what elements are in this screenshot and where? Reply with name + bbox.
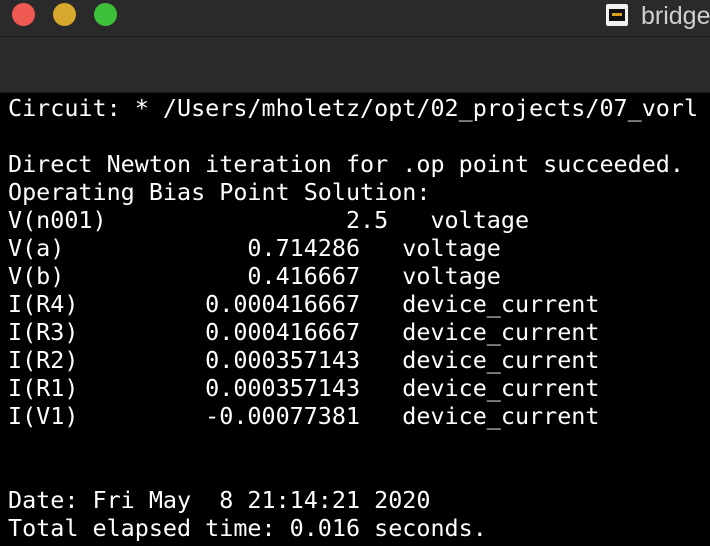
terminal-line: Total elapsed time: 0.016 seconds. (8, 514, 487, 542)
terminal-line: V(b) 0.416667 voltage (8, 262, 501, 290)
terminal-line: I(V1) -0.00077381 device_current (8, 402, 600, 430)
terminal-document-icon-screen (609, 9, 625, 21)
terminal-window: bridge Circuit: * /Users/mholetz/opt/02_… (0, 0, 710, 546)
terminal-line: Circuit: * /Users/mholetz/opt/02_project… (8, 94, 699, 122)
terminal-line: I(R2) 0.000357143 device_current (8, 346, 600, 374)
terminal-line: Direct Newton iteration for .op point su… (8, 150, 684, 178)
terminal-line: Operating Bias Point Solution: (8, 178, 431, 206)
title-bar[interactable]: bridge (0, 0, 710, 36)
close-button[interactable] (12, 3, 35, 26)
zoom-button[interactable] (94, 3, 117, 26)
toolbar-area (0, 36, 710, 92)
terminal-line: I(R4) 0.000416667 device_current (8, 290, 600, 318)
terminal-line: I(R1) 0.000357143 device_current (8, 374, 600, 402)
terminal-line: V(n001) 2.5 voltage (8, 206, 530, 234)
toolbar-divider (0, 92, 710, 93)
terminal-output[interactable]: Circuit: * /Users/mholetz/opt/02_project… (8, 94, 710, 546)
minimize-button[interactable] (53, 3, 76, 26)
terminal-line: I(R3) 0.000416667 device_current (8, 318, 600, 346)
terminal-line: V(a) 0.714286 voltage (8, 234, 501, 262)
window-title: bridge (641, 2, 710, 30)
terminal-document-icon (606, 4, 628, 26)
terminal-line: Date: Fri May 8 21:14:21 2020 (8, 486, 431, 514)
